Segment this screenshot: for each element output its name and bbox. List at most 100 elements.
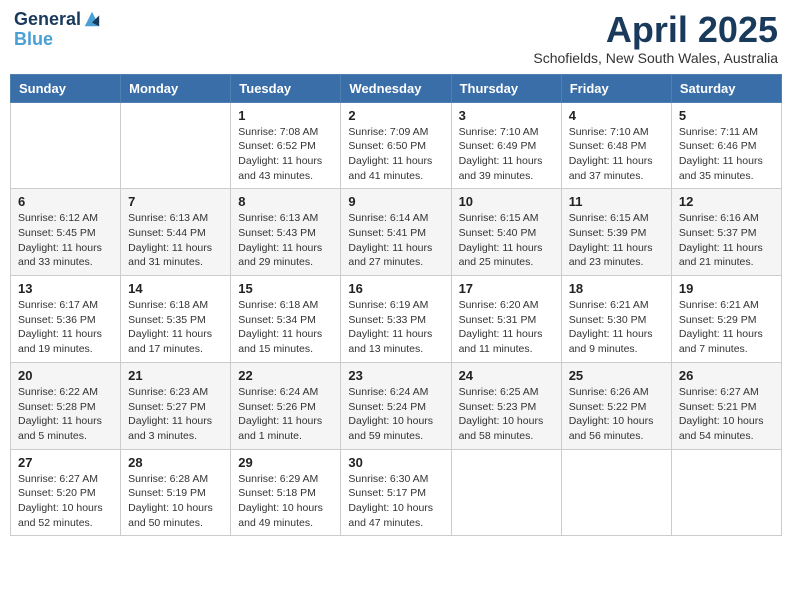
day-info: Sunrise: 6:23 AM Sunset: 5:27 PM Dayligh… bbox=[128, 385, 223, 444]
calendar-week-row: 13 Sunrise: 6:17 AM Sunset: 5:36 PM Dayli… bbox=[11, 276, 782, 363]
month-title: April 2025 bbox=[533, 10, 778, 50]
day-info: Sunrise: 6:27 AM Sunset: 5:20 PM Dayligh… bbox=[18, 472, 113, 531]
day-number: 11 bbox=[569, 194, 664, 209]
day-info: Sunrise: 6:24 AM Sunset: 5:26 PM Dayligh… bbox=[238, 385, 333, 444]
logo-text-general: General bbox=[14, 10, 81, 30]
day-number: 21 bbox=[128, 368, 223, 383]
logo: General Blue bbox=[14, 10, 101, 50]
day-number: 23 bbox=[348, 368, 443, 383]
calendar-day-cell: 9 Sunrise: 6:14 AM Sunset: 5:41 PM Daylig… bbox=[341, 189, 451, 276]
calendar-day-cell: 15Sunrise: 6:18 AM Sunset: 5:34 PM Dayli… bbox=[231, 276, 341, 363]
day-number: 27 bbox=[18, 455, 113, 470]
calendar-day-cell: 3 Sunrise: 7:10 AM Sunset: 6:49 PM Daylig… bbox=[451, 102, 561, 189]
calendar-day-cell: 11 Sunrise: 6:15 AM Sunset: 5:39 PM Dayli… bbox=[561, 189, 671, 276]
day-info: Sunrise: 6:21 AM Sunset: 5:30 PM Dayligh… bbox=[569, 298, 664, 357]
day-info: Sunrise: 6:29 AM Sunset: 5:18 PM Dayligh… bbox=[238, 472, 333, 531]
logo-icon bbox=[83, 10, 101, 28]
calendar-day-cell: 20Sunrise: 6:22 AM Sunset: 5:28 PM Dayli… bbox=[11, 362, 121, 449]
calendar-day-cell: 28Sunrise: 6:28 AM Sunset: 5:19 PM Dayli… bbox=[121, 449, 231, 536]
day-number: 19 bbox=[679, 281, 774, 296]
day-info: Sunrise: 7:09 AM Sunset: 6:50 PM Dayligh… bbox=[348, 125, 443, 184]
calendar-day-cell: 24 Sunrise: 6:25 AM Sunset: 5:23 PM Dayli… bbox=[451, 362, 561, 449]
day-number: 22 bbox=[238, 368, 333, 383]
day-info: Sunrise: 6:19 AM Sunset: 5:33 PM Dayligh… bbox=[348, 298, 443, 357]
day-number: 25 bbox=[569, 368, 664, 383]
day-number: 2 bbox=[348, 108, 443, 123]
title-block: April 2025 Schofields, New South Wales, … bbox=[533, 10, 778, 66]
calendar-day-cell: 18 Sunrise: 6:21 AM Sunset: 5:30 PM Dayli… bbox=[561, 276, 671, 363]
day-number: 9 bbox=[348, 194, 443, 209]
day-number: 29 bbox=[238, 455, 333, 470]
calendar-day-cell: 23 Sunrise: 6:24 AM Sunset: 5:24 PM Dayli… bbox=[341, 362, 451, 449]
calendar-day-cell: 10Sunrise: 6:15 AM Sunset: 5:40 PM Dayli… bbox=[451, 189, 561, 276]
calendar-day-cell: 30Sunrise: 6:30 AM Sunset: 5:17 PM Dayli… bbox=[341, 449, 451, 536]
day-info: Sunrise: 6:21 AM Sunset: 5:29 PM Dayligh… bbox=[679, 298, 774, 357]
calendar-day-cell: 21 Sunrise: 6:23 AM Sunset: 5:27 PM Dayli… bbox=[121, 362, 231, 449]
calendar-day-cell: 26 Sunrise: 6:27 AM Sunset: 5:21 PM Dayli… bbox=[671, 362, 781, 449]
calendar-day-cell: 13 Sunrise: 6:17 AM Sunset: 5:36 PM Dayli… bbox=[11, 276, 121, 363]
calendar-week-row: 20Sunrise: 6:22 AM Sunset: 5:28 PM Dayli… bbox=[11, 362, 782, 449]
calendar-day-cell: 29 Sunrise: 6:29 AM Sunset: 5:18 PM Dayli… bbox=[231, 449, 341, 536]
day-info: Sunrise: 6:27 AM Sunset: 5:21 PM Dayligh… bbox=[679, 385, 774, 444]
day-number: 20 bbox=[18, 368, 113, 383]
day-info: Sunrise: 6:14 AM Sunset: 5:41 PM Dayligh… bbox=[348, 211, 443, 270]
calendar-day-cell bbox=[561, 449, 671, 536]
calendar-day-cell bbox=[11, 102, 121, 189]
day-number: 24 bbox=[459, 368, 554, 383]
calendar-day-cell: 22 Sunrise: 6:24 AM Sunset: 5:26 PM Dayli… bbox=[231, 362, 341, 449]
day-info: Sunrise: 6:16 AM Sunset: 5:37 PM Dayligh… bbox=[679, 211, 774, 270]
calendar-day-cell: 2 Sunrise: 7:09 AM Sunset: 6:50 PM Daylig… bbox=[341, 102, 451, 189]
day-number: 3 bbox=[459, 108, 554, 123]
day-number: 10 bbox=[459, 194, 554, 209]
day-of-week-header: Friday bbox=[561, 74, 671, 102]
calendar-week-row: 6Sunrise: 6:12 AM Sunset: 5:45 PM Daylig… bbox=[11, 189, 782, 276]
day-number: 26 bbox=[679, 368, 774, 383]
calendar-day-cell: 7 Sunrise: 6:13 AM Sunset: 5:44 PM Daylig… bbox=[121, 189, 231, 276]
calendar-day-cell: 25Sunrise: 6:26 AM Sunset: 5:22 PM Dayli… bbox=[561, 362, 671, 449]
day-of-week-header: Monday bbox=[121, 74, 231, 102]
calendar-day-cell: 17 Sunrise: 6:20 AM Sunset: 5:31 PM Dayli… bbox=[451, 276, 561, 363]
day-of-week-header: Saturday bbox=[671, 74, 781, 102]
day-of-week-header: Sunday bbox=[11, 74, 121, 102]
day-info: Sunrise: 6:13 AM Sunset: 5:43 PM Dayligh… bbox=[238, 211, 333, 270]
day-number: 12 bbox=[679, 194, 774, 209]
day-info: Sunrise: 6:13 AM Sunset: 5:44 PM Dayligh… bbox=[128, 211, 223, 270]
location-title: Schofields, New South Wales, Australia bbox=[533, 50, 778, 66]
day-info: Sunrise: 6:15 AM Sunset: 5:39 PM Dayligh… bbox=[569, 211, 664, 270]
day-info: Sunrise: 6:24 AM Sunset: 5:24 PM Dayligh… bbox=[348, 385, 443, 444]
day-info: Sunrise: 6:18 AM Sunset: 5:34 PM Dayligh… bbox=[238, 298, 333, 357]
calendar-header-row: SundayMondayTuesdayWednesdayThursdayFrid… bbox=[11, 74, 782, 102]
calendar-week-row: 27 Sunrise: 6:27 AM Sunset: 5:20 PM Dayli… bbox=[11, 449, 782, 536]
day-number: 16 bbox=[348, 281, 443, 296]
day-info: Sunrise: 7:10 AM Sunset: 6:48 PM Dayligh… bbox=[569, 125, 664, 184]
logo-text-blue: Blue bbox=[14, 30, 101, 50]
day-info: Sunrise: 7:08 AM Sunset: 6:52 PM Dayligh… bbox=[238, 125, 333, 184]
day-info: Sunrise: 6:20 AM Sunset: 5:31 PM Dayligh… bbox=[459, 298, 554, 357]
day-number: 28 bbox=[128, 455, 223, 470]
calendar-day-cell: 12 Sunrise: 6:16 AM Sunset: 5:37 PM Dayli… bbox=[671, 189, 781, 276]
day-number: 7 bbox=[128, 194, 223, 209]
calendar-day-cell: 1 Sunrise: 7:08 AM Sunset: 6:52 PM Daylig… bbox=[231, 102, 341, 189]
day-of-week-header: Tuesday bbox=[231, 74, 341, 102]
day-number: 4 bbox=[569, 108, 664, 123]
day-number: 17 bbox=[459, 281, 554, 296]
day-info: Sunrise: 7:10 AM Sunset: 6:49 PM Dayligh… bbox=[459, 125, 554, 184]
day-number: 13 bbox=[18, 281, 113, 296]
page-header: General Blue April 2025 Schofields, New … bbox=[10, 10, 782, 66]
calendar-day-cell: 14Sunrise: 6:18 AM Sunset: 5:35 PM Dayli… bbox=[121, 276, 231, 363]
day-info: Sunrise: 6:17 AM Sunset: 5:36 PM Dayligh… bbox=[18, 298, 113, 357]
day-number: 30 bbox=[348, 455, 443, 470]
calendar-day-cell bbox=[451, 449, 561, 536]
calendar-week-row: 1 Sunrise: 7:08 AM Sunset: 6:52 PM Daylig… bbox=[11, 102, 782, 189]
day-number: 8 bbox=[238, 194, 333, 209]
day-number: 14 bbox=[128, 281, 223, 296]
calendar-day-cell: 27 Sunrise: 6:27 AM Sunset: 5:20 PM Dayli… bbox=[11, 449, 121, 536]
calendar-day-cell: 4 Sunrise: 7:10 AM Sunset: 6:48 PM Daylig… bbox=[561, 102, 671, 189]
day-number: 18 bbox=[569, 281, 664, 296]
day-number: 1 bbox=[238, 108, 333, 123]
day-info: Sunrise: 6:25 AM Sunset: 5:23 PM Dayligh… bbox=[459, 385, 554, 444]
calendar-day-cell bbox=[121, 102, 231, 189]
day-number: 6 bbox=[18, 194, 113, 209]
calendar-table: SundayMondayTuesdayWednesdayThursdayFrid… bbox=[10, 74, 782, 537]
calendar-day-cell: 6Sunrise: 6:12 AM Sunset: 5:45 PM Daylig… bbox=[11, 189, 121, 276]
